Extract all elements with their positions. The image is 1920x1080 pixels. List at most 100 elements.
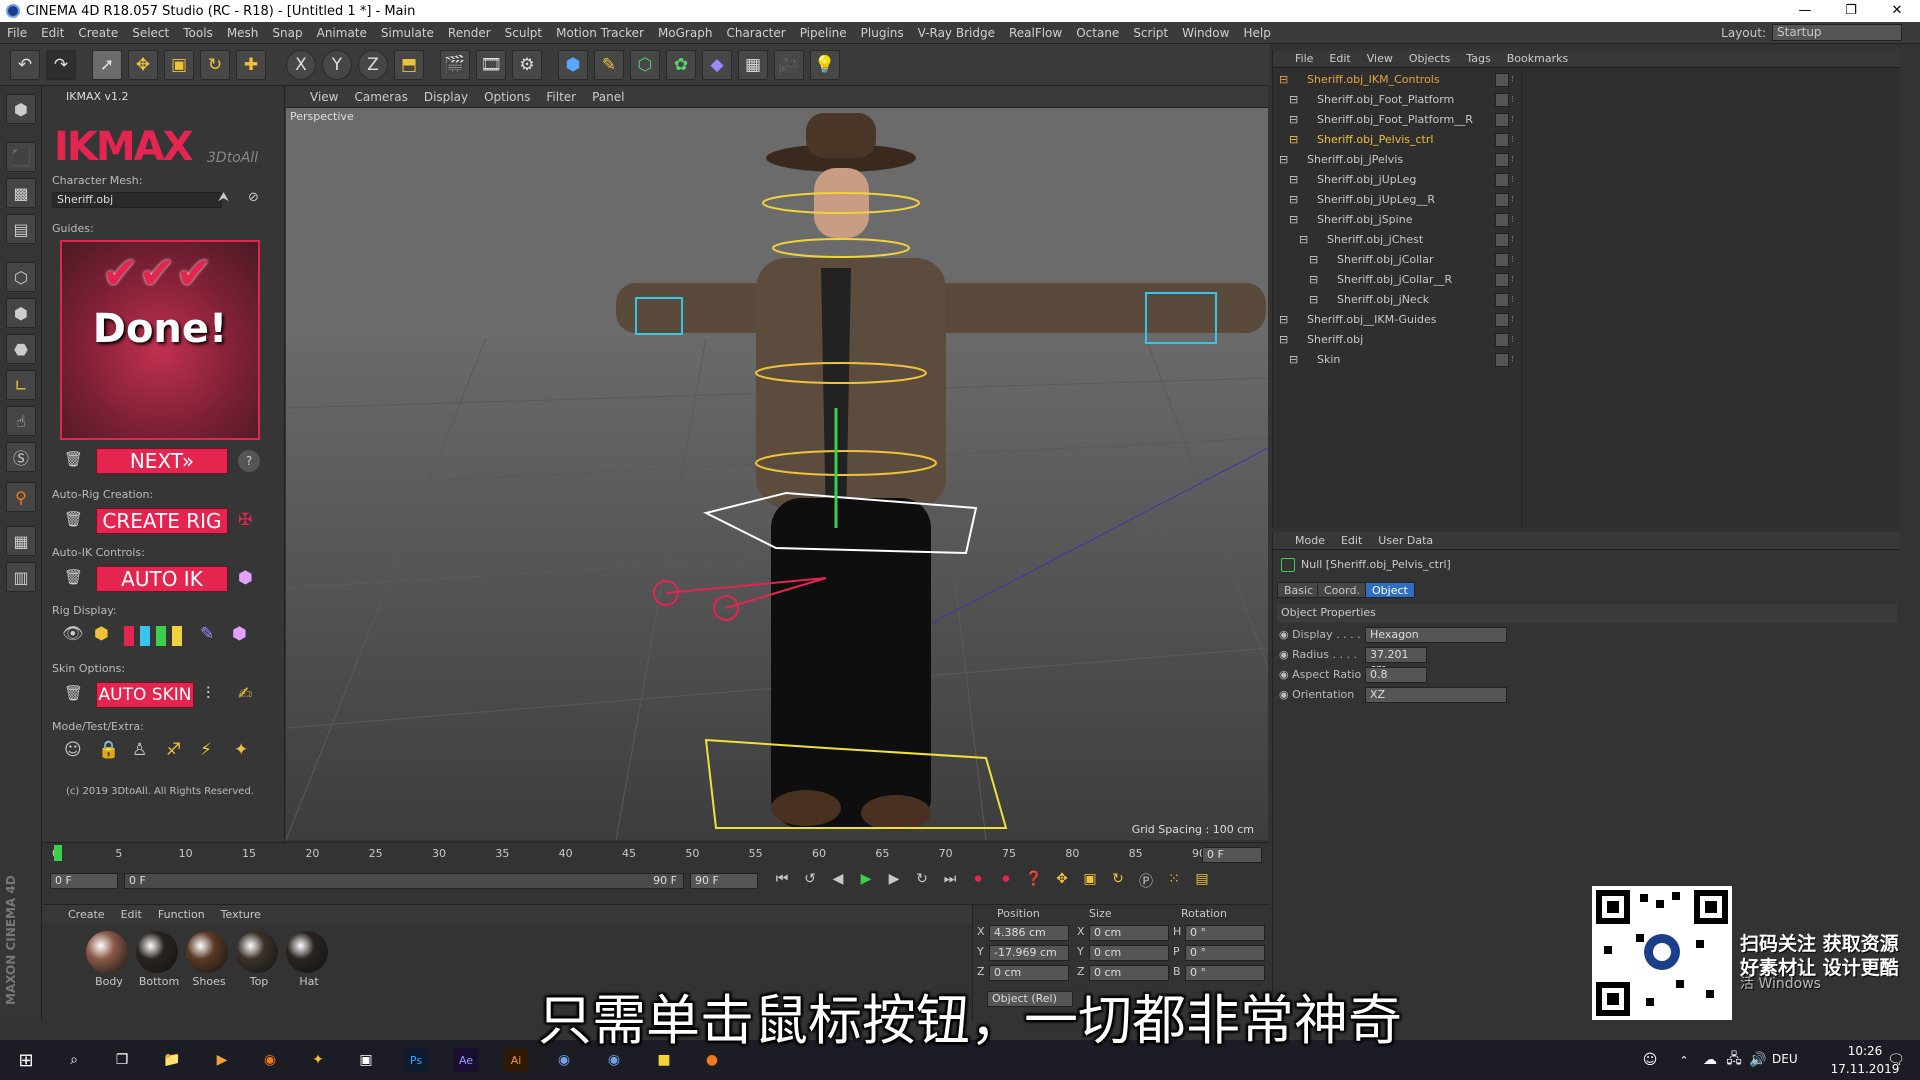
volume-icon[interactable]: 🔊	[1746, 1048, 1770, 1072]
expand-icon[interactable]: ⊟	[1279, 70, 1288, 90]
material-item[interactable]: Body	[86, 931, 132, 988]
light-icon[interactable]: 💡	[810, 50, 840, 80]
om-menu-tags[interactable]: Tags	[1458, 52, 1498, 65]
notification-icon[interactable]: 🗨	[1884, 1048, 1908, 1072]
yellow-swatch-icon[interactable]	[172, 626, 182, 646]
tray-chevron-icon[interactable]: ⌃	[1672, 1048, 1696, 1072]
menu-edit[interactable]: Edit	[34, 26, 71, 40]
language-indicator[interactable]: DEU	[1772, 1052, 1798, 1066]
points-mode-icon[interactable]: ⬡	[6, 262, 36, 292]
mirror-icon[interactable]: ⚡	[200, 740, 212, 760]
tab-object[interactable]: Object	[1365, 582, 1415, 598]
key-parameter-icon[interactable]: Ⓟ	[1134, 871, 1158, 891]
next-button[interactable]: NEXT»	[96, 448, 228, 474]
visibility-dots-icon[interactable]: ⁝	[1511, 95, 1519, 105]
current-frame-field[interactable]: 0 F	[1202, 847, 1262, 863]
go-to-start-icon[interactable]: ⏮	[770, 871, 794, 891]
object-row[interactable]: ⊟ Sheriff.obj_jPelvis ⁝	[1273, 150, 1901, 170]
workplane-lock-icon[interactable]: ▦	[6, 526, 36, 556]
am-menu-edit[interactable]: Edit	[1333, 534, 1370, 547]
layer-toggle-icon[interactable]	[1495, 333, 1509, 347]
visibility-dots-icon[interactable]: ⁝	[1511, 295, 1519, 305]
axis-mode-icon[interactable]: ∟	[6, 370, 36, 400]
file-explorer-icon[interactable]: 📁	[160, 1048, 184, 1072]
visibility-dots-icon[interactable]: ⁝	[1511, 175, 1519, 185]
rig-options-icon[interactable]: ✠	[238, 510, 252, 530]
expand-icon[interactable]: ⊟	[1289, 130, 1298, 150]
om-menu-file[interactable]: File	[1273, 52, 1321, 65]
expand-icon[interactable]: ⊟	[1289, 190, 1298, 210]
green-swatch-icon[interactable]	[156, 626, 166, 646]
skin-weights-icon[interactable]: ⫶	[206, 684, 210, 704]
object-row[interactable]: ⊟ Sheriff.obj ⁝	[1273, 330, 1901, 350]
start-frame-field[interactable]: 0 F	[50, 873, 118, 889]
loop-icon[interactable]: ↻	[910, 871, 934, 891]
coord-field-pos[interactable]: 4.386 cm	[989, 925, 1069, 941]
visibility-dots-icon[interactable]: ⁝	[1511, 315, 1519, 325]
tweak-mode-icon[interactable]: ☝	[6, 406, 36, 436]
key-rotation-icon[interactable]: ↻	[1106, 871, 1130, 891]
timeline-ruler[interactable]: 051015202530354045505560657075808590	[52, 843, 1206, 867]
test-animation-icon[interactable]: ♐	[166, 740, 181, 760]
record-icon[interactable]: ⏺	[966, 871, 990, 891]
magnet-icon[interactable]: ⚲	[6, 482, 36, 512]
object-row[interactable]: ⊟ Sheriff.obj_jSpine ⁝	[1273, 210, 1901, 230]
viewport-menu-cameras[interactable]: Cameras	[346, 90, 415, 104]
material-item[interactable]: Bottom	[136, 931, 182, 988]
viewport-menu-filter[interactable]: Filter	[538, 90, 584, 104]
trash-skin-icon[interactable]: 🗑	[64, 684, 83, 702]
key-position-icon[interactable]: ✥	[1050, 871, 1074, 891]
mat-menu-texture[interactable]: Texture	[213, 908, 269, 921]
autokey-icon[interactable]: ⏺	[994, 871, 1018, 891]
object-row[interactable]: ⊟ Sheriff.obj_jUpLeg__R ⁝	[1273, 190, 1901, 210]
am-menu-mode[interactable]: Mode	[1273, 534, 1333, 547]
menu-motion-tracker[interactable]: Motion Tracker	[549, 26, 651, 40]
om-menu-edit[interactable]: Edit	[1321, 52, 1358, 65]
am-menu-user-data[interactable]: User Data	[1370, 534, 1441, 547]
visibility-dots-icon[interactable]: ⁝	[1511, 235, 1519, 245]
planar-workplane-icon[interactable]: ▥	[6, 562, 36, 592]
object-row[interactable]: ⊟ Sheriff.obj_jNeck ⁝	[1273, 290, 1901, 310]
mat-menu-function[interactable]: Function	[150, 908, 213, 921]
firefox-icon[interactable]: ◉	[258, 1048, 282, 1072]
live-selection-icon[interactable]: ✚	[236, 50, 266, 80]
range-slider[interactable]: 0 F 90 F	[124, 873, 684, 889]
cloud-icon[interactable]: ☁	[1698, 1048, 1722, 1072]
visibility-dots-icon[interactable]: ⁝	[1511, 335, 1519, 345]
layer-toggle-icon[interactable]	[1495, 213, 1509, 227]
key-pla-icon[interactable]: ⁙	[1162, 871, 1186, 891]
camera-icon[interactable]: 🎥	[774, 50, 804, 80]
trash-ik-icon[interactable]: 🗑	[64, 568, 83, 586]
workplane-icon[interactable]: ▤	[6, 214, 36, 244]
layer-toggle-icon[interactable]	[1495, 113, 1509, 127]
visibility-dots-icon[interactable]: ⁝	[1511, 155, 1519, 165]
menu-sculpt[interactable]: Sculpt	[498, 26, 549, 40]
object-row[interactable]: ⊟ Sheriff.obj_jCollar ⁝	[1273, 250, 1901, 270]
z-axis-button[interactable]: Z	[358, 50, 388, 80]
character-mode-icon[interactable]: ☺	[64, 740, 82, 760]
orientation-select[interactable]: XZ	[1365, 687, 1507, 703]
undo-icon[interactable]: ↶	[10, 50, 40, 80]
viewport-menu-options[interactable]: Options	[476, 90, 538, 104]
cube-primitive-icon[interactable]: ⬢	[558, 50, 588, 80]
radius-field[interactable]: 37.201 cm	[1365, 647, 1427, 675]
make-editable-icon[interactable]: ⬢	[6, 94, 36, 124]
visibility-dots-icon[interactable]: ⁝	[1511, 135, 1519, 145]
layer-toggle-icon[interactable]	[1495, 293, 1509, 307]
layer-toggle-icon[interactable]	[1495, 133, 1509, 147]
coord-field-rot[interactable]: 0 °	[1185, 925, 1265, 941]
search-icon[interactable]: ⌕	[62, 1048, 86, 1072]
clear-mesh-icon[interactable]: ⊘	[248, 190, 259, 205]
expand-icon[interactable]: ⊟	[1279, 150, 1288, 170]
play-icon[interactable]: ▶	[854, 871, 878, 891]
display-select[interactable]: Hexagon	[1365, 627, 1507, 643]
eye-icon[interactable]: 👁	[62, 624, 84, 644]
render-view-icon[interactable]: 🎬	[440, 50, 470, 80]
menu-snap[interactable]: Snap	[265, 26, 309, 40]
expand-icon[interactable]: ⊟	[1289, 210, 1298, 230]
coord-field-rot[interactable]: 0 °	[1185, 945, 1265, 961]
snapping-icon[interactable]: Ⓢ	[6, 442, 36, 472]
extra-tools-icon[interactable]: ✦	[234, 740, 248, 760]
coord-field-pos[interactable]: -17.969 cm	[989, 945, 1069, 961]
expand-icon[interactable]: ⊟	[1279, 310, 1288, 330]
